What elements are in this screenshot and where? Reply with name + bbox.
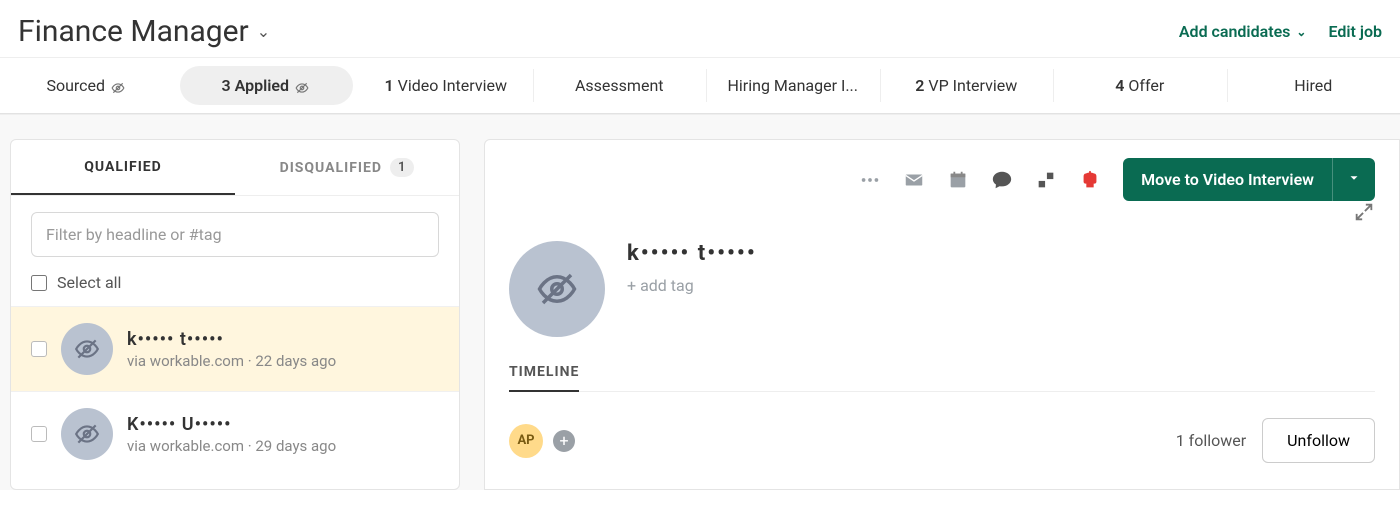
stage-tab[interactable]: 4Offer [1053, 58, 1227, 113]
stage-tab[interactable]: 1Video Interview [359, 58, 533, 113]
edit-job-link[interactable]: Edit job [1328, 22, 1382, 41]
stage-tab[interactable]: Sourced [0, 58, 174, 113]
stage-tab[interactable]: Hiring Manager I... [706, 58, 880, 113]
stage-count: 4 [1115, 76, 1124, 95]
tab-disqualified[interactable]: DISQUALIFIED 1 [235, 140, 459, 195]
disqualify-icon[interactable] [1079, 169, 1101, 191]
move-stage-button[interactable]: Move to Video Interview [1123, 158, 1375, 201]
add-tag-label: add tag [640, 276, 694, 295]
add-follower-button[interactable]: + [553, 430, 575, 452]
candidate-row[interactable]: K••••• U••••• via workable.com · 29 days … [11, 391, 459, 476]
follower-count: 1 follower [1176, 431, 1246, 450]
job-title-dropdown[interactable]: Finance Manager ⌄ [18, 14, 270, 49]
anonymized-icon [293, 80, 311, 94]
candidate-name: k••••• t••••• [127, 329, 336, 350]
chevron-down-icon: ⌄ [1296, 25, 1306, 39]
pipeline-stages: Sourced 3 Applied 1Video Interview Assessmen… [0, 57, 1400, 114]
tab-timeline[interactable]: TIMELINE [509, 364, 579, 392]
select-all-label: Select all [57, 273, 121, 292]
add-candidates-dropdown[interactable]: Add candidates ⌄ [1179, 22, 1307, 41]
move-stage-dropdown[interactable] [1332, 158, 1375, 201]
candidate-sub: via workable.com · 29 days ago [127, 437, 336, 455]
chevron-down-icon: ⌄ [257, 22, 270, 41]
expand-icon[interactable] [1353, 201, 1375, 223]
stage-label: Hiring Manager I... [728, 76, 858, 95]
stage-count: 1 [385, 76, 394, 95]
candidate-checkbox[interactable] [31, 341, 47, 357]
calendar-icon[interactable] [947, 169, 969, 191]
candidate-checkbox[interactable] [31, 426, 47, 442]
stage-label: Assessment [575, 76, 664, 95]
tab-qualified[interactable]: QUALIFIED [11, 140, 235, 195]
candidate-name: k••••• t••••• [627, 241, 757, 266]
tab-qualified-label: QUALIFIED [84, 159, 162, 175]
stage-tab[interactable]: Hired [1227, 58, 1400, 113]
move-stage-label: Move to Video Interview [1123, 158, 1332, 201]
stage-label: Applied [235, 76, 289, 95]
evaluation-icon[interactable] [1035, 169, 1057, 191]
more-options-icon[interactable] [859, 169, 881, 191]
follower-avatar[interactable]: AP [509, 424, 543, 458]
candidate-row[interactable]: k••••• t••••• via workable.com · 22 days … [11, 306, 459, 391]
disqualified-count-badge: 1 [390, 158, 414, 177]
stage-label: Hired [1294, 76, 1332, 95]
candidate-sidebar: QUALIFIED DISQUALIFIED 1 Select all k•••… [10, 139, 460, 490]
candidate-avatar-small [61, 408, 113, 460]
candidate-name: K••••• U••••• [127, 414, 336, 435]
stage-label: Video Interview [398, 76, 507, 95]
select-all-checkbox[interactable] [31, 275, 47, 291]
stage-label: Offer [1128, 76, 1164, 95]
candidate-avatar [509, 241, 605, 337]
anonymized-icon [109, 80, 127, 94]
candidate-avatar-small [61, 323, 113, 375]
stage-label: VP Interview [928, 76, 1017, 95]
stage-tab[interactable]: 3 Applied [180, 66, 354, 105]
email-icon[interactable] [903, 169, 925, 191]
candidate-detail-panel: Move to Video Interview k••••• t••••• + … [484, 139, 1400, 490]
add-candidates-label: Add candidates [1179, 22, 1291, 41]
edit-job-label: Edit job [1328, 22, 1382, 41]
stage-tab[interactable]: 2VP Interview [880, 58, 1054, 113]
filter-input[interactable] [31, 212, 439, 257]
stage-label: Sourced [46, 76, 105, 95]
tab-disqualified-label: DISQUALIFIED [280, 160, 382, 176]
comment-icon[interactable] [991, 169, 1013, 191]
stage-tab[interactable]: Assessment [533, 58, 707, 113]
stage-count: 3 [221, 76, 230, 95]
unfollow-button[interactable]: Unfollow [1262, 418, 1375, 463]
candidate-sub: via workable.com · 22 days ago [127, 352, 336, 370]
add-tag-button[interactable]: + add tag [627, 276, 757, 295]
stage-count: 2 [915, 76, 924, 95]
plus-icon: + [627, 276, 636, 295]
job-title-text: Finance Manager [18, 14, 249, 49]
